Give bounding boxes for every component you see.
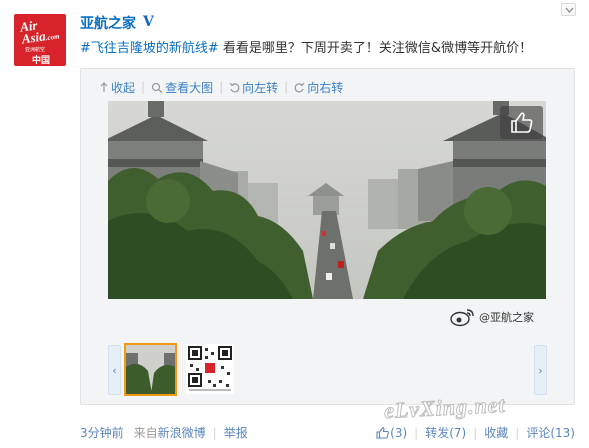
- magnify-icon: [151, 82, 163, 93]
- topic-link[interactable]: #飞往吉隆坡的新航线#: [80, 41, 219, 56]
- report-link[interactable]: 举报: [224, 424, 248, 441]
- photo-like-button[interactable]: [500, 106, 543, 139]
- like-button[interactable]: (3): [376, 426, 407, 440]
- comment-button[interactable]: 评论(13): [526, 424, 575, 441]
- airasia-logo: Air Asia.com: [19, 17, 61, 47]
- rotate-right-label: 向右转: [307, 80, 344, 95]
- favorite-button[interactable]: 收藏: [484, 424, 508, 441]
- like-count: (3): [390, 425, 408, 440]
- footer-divider: |: [212, 425, 217, 440]
- collapse-menu-button[interactable]: [561, 3, 576, 16]
- collapse-label: 收起: [111, 80, 136, 95]
- post-body: 看看是哪里？下周开卖了！关注微信&微博等开航价！: [218, 41, 533, 56]
- avatar-tagline: 亚洲航空: [25, 47, 46, 53]
- post-footer: 3分钟前 来自 新浪微博 | 举报: [80, 424, 248, 441]
- repost-label: 转发: [425, 426, 450, 440]
- avatar[interactable]: Air Asia.com 亚洲航空 中国: [14, 14, 66, 66]
- comment-label: 评论: [526, 426, 551, 440]
- toolbar-divider: |: [219, 80, 224, 94]
- thumbnail-street-image: [126, 345, 175, 394]
- prev-image-button[interactable]: ‹: [108, 345, 121, 395]
- verified-badge-icon: V: [143, 14, 154, 30]
- post-time-link[interactable]: 3分钟前: [80, 424, 124, 441]
- rotate-left-label: 向左转: [242, 80, 279, 95]
- qr-code-image: [186, 344, 234, 394]
- main-photo[interactable]: [108, 101, 546, 299]
- toolbar-divider: |: [284, 80, 289, 94]
- rotate-right-icon: [294, 82, 305, 92]
- collapse-button[interactable]: 收起: [99, 79, 135, 96]
- weibo-logo-icon: [450, 309, 474, 327]
- view-large-label: 查看大图: [165, 80, 214, 95]
- image-watermark: @亚航之家: [449, 307, 534, 327]
- chevron-right-icon: ›: [538, 363, 543, 377]
- actions-divider: |: [473, 425, 478, 440]
- chevron-down-icon: [565, 7, 574, 13]
- rotate-right-button[interactable]: 向右转: [294, 79, 343, 96]
- thumbnail-photo[interactable]: [124, 343, 177, 396]
- from-label: 来自: [133, 426, 158, 440]
- actions-divider: |: [515, 425, 520, 440]
- chevron-left-icon: ‹: [112, 363, 117, 377]
- username-link[interactable]: 亚航之家: [80, 13, 136, 33]
- watermark-handle: @亚航之家: [479, 311, 534, 324]
- post-actions: (3) | 转发(7) | 收藏 | 评论(13): [376, 424, 575, 441]
- view-large-button[interactable]: 查看大图: [151, 79, 213, 96]
- thumbnail-qrcode[interactable]: [186, 344, 234, 394]
- avatar-country: 中国: [32, 56, 51, 66]
- repost-button[interactable]: 转发(7): [425, 424, 466, 441]
- post-text: #飞往吉隆坡的新航线# 看看是哪里？下周开卖了！关注微信&微博等开航价！: [80, 37, 532, 56]
- comment-count: (13): [550, 426, 575, 440]
- image-toolbar: 收起 | 查看大图 | 向左转 | 向右转: [99, 79, 343, 96]
- repost-count: (7): [449, 426, 467, 440]
- city-street-photo: [108, 101, 546, 299]
- toolbar-divider: |: [141, 80, 146, 94]
- rotate-left-button[interactable]: 向左转: [229, 79, 278, 96]
- thumbs-up-icon: [511, 112, 533, 133]
- site-watermark: eLvXing.net: [383, 391, 507, 424]
- rotate-left-icon: [229, 82, 240, 92]
- next-image-button[interactable]: ›: [534, 345, 547, 395]
- collapse-up-icon: [100, 81, 108, 92]
- like-icon: [376, 426, 389, 439]
- source-link[interactable]: 新浪微博: [158, 424, 206, 441]
- actions-divider: |: [414, 425, 419, 440]
